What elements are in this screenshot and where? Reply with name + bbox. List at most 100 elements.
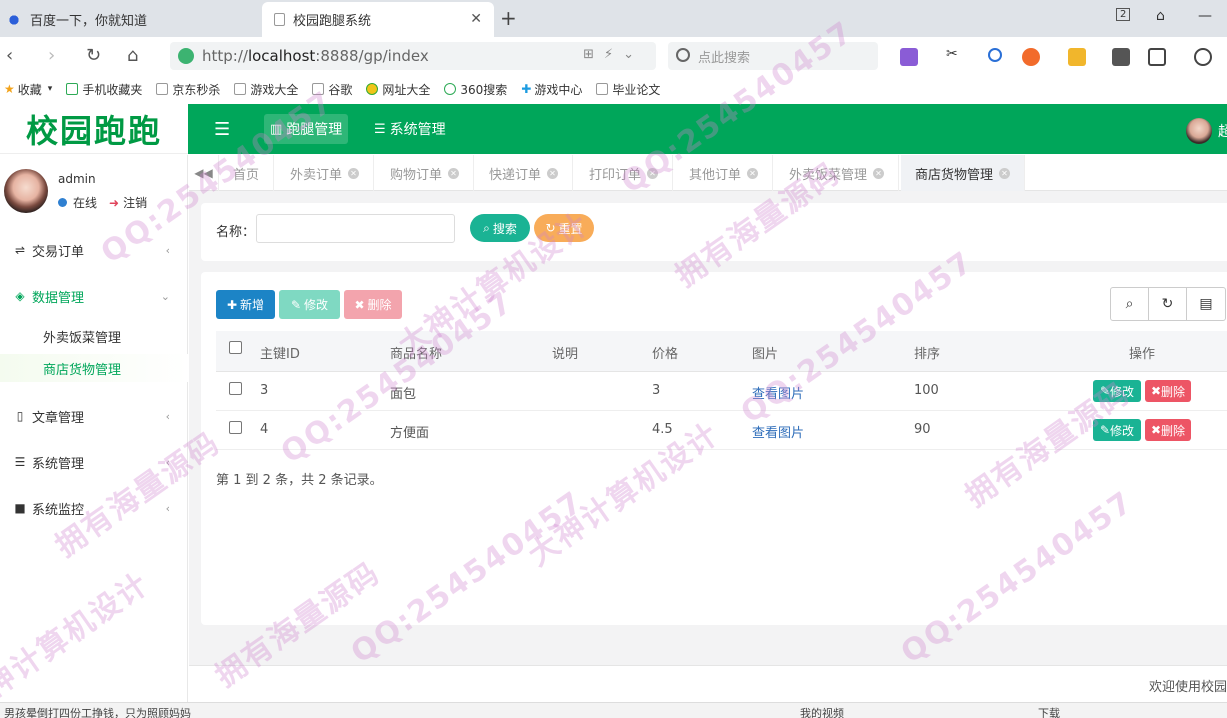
sidebar-item-system[interactable]: ☰ 系统管理 ‹ — [0, 449, 188, 475]
shield-coin-icon[interactable] — [1068, 48, 1086, 66]
magnifier-icon[interactable] — [988, 48, 1002, 62]
sidebar-subitem-meals[interactable]: 外卖饭菜管理 — [0, 322, 188, 350]
bookmark-label: 京东秒杀 — [172, 82, 221, 97]
row-checkbox[interactable] — [229, 421, 242, 434]
home-icon[interactable]: ⌂ — [127, 45, 138, 66]
plus-icon[interactable]: + — [500, 6, 517, 30]
row-delete-button[interactable]: ✖ 删除 — [1145, 419, 1191, 441]
delete-button-label: 删除 — [367, 298, 392, 312]
user-avatar-top[interactable] — [1186, 118, 1212, 144]
tab-meal-management[interactable]: 外卖饭菜管理 ✕ — [775, 155, 900, 191]
skin-icon[interactable]: ⌂ — [1156, 8, 1165, 24]
bookmark-item[interactable]: 游戏大全 — [234, 81, 298, 98]
scissors-icon[interactable]: ✂ — [946, 46, 964, 64]
name-search-input[interactable] — [256, 214, 455, 243]
refresh-icon[interactable]: ↻ — [1149, 288, 1187, 320]
row-edit-button[interactable]: ✎ 修改 — [1093, 380, 1141, 402]
sidebar-item-orders[interactable]: ⇌ 交易订单 ‹ — [0, 237, 188, 263]
column-header[interactable]: 排序 — [914, 343, 940, 362]
close-icon[interactable]: ✕ — [747, 167, 759, 179]
bookmark-item[interactable]: 手机收藏夹 — [66, 81, 142, 98]
bookmark-item[interactable]: ✚ 游戏中心 — [521, 81, 582, 98]
columns-icon[interactable]: ▤ — [1187, 288, 1225, 320]
column-header[interactable]: 商品名称 — [390, 343, 442, 362]
browser-tab-active[interactable]: 校园跑腿系统 ✕ — [262, 2, 494, 37]
tab-goods-management[interactable]: 商店货物管理 ✕ — [901, 155, 1026, 191]
bookmark-item[interactable]: 网址大全 — [366, 81, 430, 98]
tab-takeout-orders[interactable]: 外卖订单 ✕ — [276, 155, 375, 191]
bookmark-item[interactable]: ★ 收藏 ▾ — [4, 81, 52, 98]
minimize-icon[interactable]: — — [1198, 8, 1212, 24]
back-icon[interactable]: ‹ — [6, 45, 13, 66]
logout-link[interactable]: 注销 — [123, 194, 147, 211]
download-link[interactable]: 下载 — [1038, 705, 1060, 718]
page-icon — [312, 83, 325, 95]
tab-label: 打印订单 — [589, 167, 642, 183]
news-ticker[interactable]: 男孩晕倒打四份工挣钱，只为照顾妈妈 — [4, 705, 191, 718]
url-action-icons[interactable]: ⊞⚡⌄ — [583, 47, 644, 62]
app-logo[interactable]: 校园跑跑 — [0, 104, 188, 154]
column-header[interactable]: 图片 — [752, 343, 778, 362]
translate-icon[interactable] — [900, 48, 918, 66]
bookmark-item[interactable]: 谷歌 — [312, 81, 352, 98]
user-name-top[interactable]: 超 — [1218, 121, 1227, 141]
delete-button[interactable]: ✖ 删除 — [344, 290, 402, 319]
tab-print-orders[interactable]: 打印订单 ✕ — [575, 155, 674, 191]
topnav-errand-management[interactable]: ▥ 跑腿管理 — [264, 114, 349, 144]
search-toggle-icon[interactable]: ⌕ — [1111, 288, 1149, 320]
sidebar-subitem-goods[interactable]: 商店货物管理 — [0, 354, 188, 382]
tab-express-orders[interactable]: 快递订单 ✕ — [475, 155, 574, 191]
tab-other-orders[interactable]: 其他订单 ✕ — [675, 155, 774, 191]
column-header[interactable]: 说明 — [552, 343, 578, 362]
tabs-scroll-left-icon[interactable]: ◀◀ — [189, 155, 219, 191]
table-row[interactable]: 3 面包 3 查看图片 100 ✎ 修改 ✖ 删除 — [216, 372, 1227, 411]
menu-toggle-icon[interactable]: ☰ — [214, 119, 230, 140]
app-topbar: ☰ ▥ 跑腿管理 ☰ 系统管理 超 — [188, 104, 1227, 154]
close-icon[interactable]: ✕ — [647, 167, 659, 179]
edit-button[interactable]: ✎ 修改 — [279, 290, 340, 319]
close-icon[interactable]: ✕ — [547, 167, 559, 179]
reset-button[interactable]: ↻ 重置 — [534, 214, 594, 242]
my-video-link[interactable]: 我的视频 — [800, 705, 844, 718]
add-button-label: 新增 — [240, 298, 265, 312]
add-button[interactable]: ✚ 新增 — [216, 290, 275, 319]
apps-grid-icon[interactable] — [1148, 48, 1166, 66]
sidebar-item-monitor[interactable]: ■ 系统监控 ‹ — [0, 495, 188, 521]
bookmark-item[interactable]: 京东秒杀 — [156, 81, 220, 98]
close-icon[interactable]: ✕ — [873, 167, 885, 179]
bookmark-item[interactable]: 毕业论文 — [596, 81, 660, 98]
browser-search-field[interactable]: 点此搜索 — [668, 42, 878, 70]
tab-label: 商店货物管理 — [915, 167, 994, 183]
close-icon[interactable]: ✕ — [999, 167, 1011, 179]
tab-shopping-orders[interactable]: 购物订单 ✕ — [376, 155, 475, 191]
forward-icon[interactable]: › — [48, 45, 55, 66]
tab-label: 外卖订单 — [290, 167, 343, 183]
row-delete-button[interactable]: ✖ 删除 — [1145, 380, 1191, 402]
sidebar-item-data[interactable]: ◈ 数据管理 ⌄ — [0, 283, 188, 309]
column-header[interactable]: 价格 — [652, 343, 678, 362]
bookmarks-bar: ★ 收藏 ▾ 手机收藏夹 京东秒杀 游戏大全 谷歌 网址大全 360搜索 ✚ 游戏中心… — [0, 75, 1227, 103]
select-all-checkbox[interactable] — [229, 341, 242, 354]
column-header[interactable]: 主键ID — [260, 343, 300, 362]
row-edit-button[interactable]: ✎ 修改 — [1093, 419, 1141, 441]
edit-button-label: 修改 — [304, 298, 329, 312]
tab-list-icon[interactable]: 2 — [1116, 8, 1131, 21]
topnav-system-management[interactable]: ☰ 系统管理 — [368, 114, 452, 144]
close-icon[interactable]: ✕ — [348, 167, 360, 179]
sidebar-item-articles[interactable]: ▯ 文章管理 ‹ — [0, 403, 188, 429]
settings-sun-icon[interactable] — [1194, 48, 1212, 66]
row-checkbox[interactable] — [229, 382, 242, 395]
tab-home[interactable]: 首页 — [219, 155, 275, 191]
bookmark-item[interactable]: 360搜索 — [444, 81, 507, 98]
sidebar-panel-icon[interactable] — [1112, 48, 1130, 66]
browser-tab-baidu[interactable]: 百度一下，你就知道 — [0, 2, 258, 37]
game-icon[interactable] — [1022, 48, 1040, 66]
close-tab-icon[interactable]: ✕ — [470, 11, 482, 27]
view-image-link[interactable]: 查看图片 — [752, 422, 804, 441]
refresh-icon[interactable]: ↻ — [86, 45, 101, 66]
url-field[interactable]: http://localhost:8888/gp/index ⊞⚡⌄ — [170, 42, 656, 70]
search-button[interactable]: ⌕ 搜索 — [470, 214, 530, 242]
view-image-link[interactable]: 查看图片 — [752, 383, 804, 402]
close-icon[interactable]: ✕ — [448, 167, 460, 179]
table-row[interactable]: 4 方便面 4.5 查看图片 90 ✎ 修改 ✖ 删除 — [216, 411, 1227, 450]
